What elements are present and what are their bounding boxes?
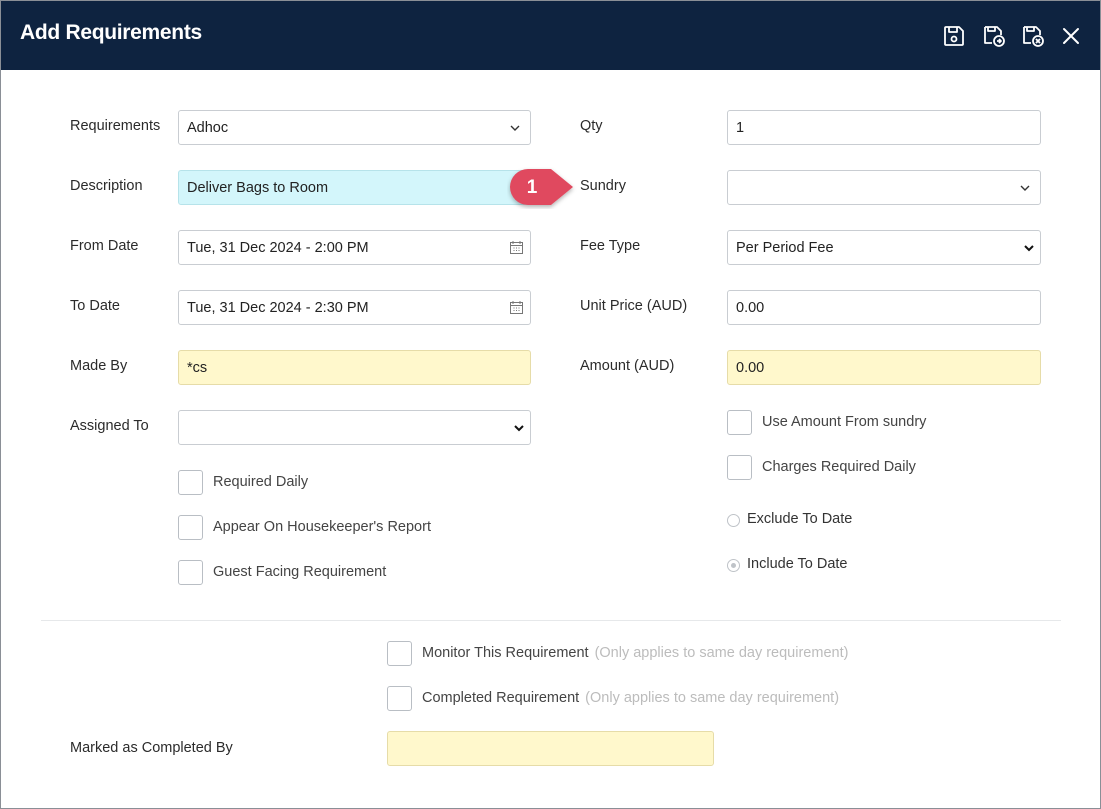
completed-requirement-checkbox[interactable] — [387, 686, 412, 711]
required-daily-checkbox[interactable] — [178, 470, 203, 495]
calendar-icon[interactable] — [509, 240, 524, 255]
save-icon[interactable] — [941, 23, 967, 49]
to-date-label: To Date — [70, 298, 120, 314]
completed-requirement-label: Completed Requirement (Only applies to sa… — [422, 690, 839, 706]
fee-type-label: Fee Type — [580, 238, 641, 254]
qty-label: Qty — [580, 118, 603, 134]
use-amount-sundry-checkbox[interactable] — [727, 410, 752, 435]
save-and-new-icon[interactable] — [981, 23, 1007, 49]
made-by-field: *cs — [178, 350, 531, 385]
section-divider — [41, 620, 1061, 621]
guest-facing-checkbox[interactable] — [178, 560, 203, 585]
exclude-to-date-radio[interactable] — [727, 514, 740, 527]
unit-price-value: 0.00 — [736, 299, 765, 316]
required-daily-label: Required Daily — [213, 474, 309, 490]
amount-value: 0.00 — [736, 359, 765, 376]
requirements-label: Requirements — [70, 118, 161, 134]
unit-price-input[interactable]: 0.00 — [727, 290, 1041, 325]
from-date-value: Tue, 31 Dec 2024 - 2:00 PM — [187, 239, 369, 256]
add-requirements-dialog: Add Requirements Requirements Adhoc Desc… — [0, 0, 1101, 809]
sundry-label: Sundry — [580, 178, 626, 194]
chevron-down-icon — [514, 423, 524, 433]
qty-input[interactable]: 1 — [727, 110, 1041, 145]
from-date-label: From Date — [70, 238, 139, 254]
from-date-picker[interactable]: Tue, 31 Dec 2024 - 2:00 PM — [178, 230, 531, 265]
monitor-requirement-checkbox[interactable] — [387, 641, 412, 666]
charges-required-daily-label: Charges Required Daily — [762, 459, 916, 475]
chevron-down-icon — [510, 123, 520, 133]
save-and-close-icon[interactable] — [1020, 23, 1046, 49]
amount-label: Amount (AUD) — [580, 358, 675, 374]
marked-completed-by-field — [387, 731, 714, 766]
description-label: Description — [70, 178, 143, 194]
qty-value: 1 — [736, 119, 745, 136]
chevron-down-icon — [1024, 243, 1034, 253]
to-date-value: Tue, 31 Dec 2024 - 2:30 PM — [187, 299, 369, 316]
chevron-down-icon — [1020, 183, 1030, 193]
fee-type-select[interactable]: Per Period Fee — [727, 230, 1041, 265]
completed-requirement-hint: (Only applies to same day requirement) — [585, 690, 840, 706]
title-bar: Add Requirements — [1, 1, 1100, 70]
appear-housekeeper-checkbox[interactable] — [178, 515, 203, 540]
exclude-to-date-label: Exclude To Date — [747, 511, 853, 527]
assigned-to-label: Assigned To — [70, 418, 149, 434]
made-by-label: Made By — [70, 358, 128, 374]
calendar-icon[interactable] — [509, 300, 524, 315]
appear-housekeeper-label: Appear On Housekeeper's Report — [213, 519, 431, 535]
made-by-value: *cs — [187, 359, 208, 376]
include-to-date-radio[interactable] — [727, 559, 740, 572]
description-input[interactable]: Deliver Bags to Room — [178, 170, 531, 205]
fee-type-value: Per Period Fee — [736, 239, 834, 256]
marked-completed-by-label: Marked as Completed By — [70, 740, 233, 756]
description-value: Deliver Bags to Room — [187, 179, 329, 196]
use-amount-sundry-label: Use Amount From sundry — [762, 414, 927, 430]
dialog-title: Add Requirements — [20, 21, 202, 44]
monitor-requirement-text: Monitor This Requirement — [422, 645, 589, 661]
guest-facing-label: Guest Facing Requirement — [213, 564, 387, 580]
monitor-requirement-label: Monitor This Requirement (Only applies to… — [422, 645, 848, 661]
sundry-select[interactable] — [727, 170, 1041, 205]
requirements-value: Adhoc — [187, 119, 229, 136]
assigned-to-select[interactable] — [178, 410, 531, 445]
completed-requirement-text: Completed Requirement — [422, 690, 580, 706]
monitor-requirement-hint: (Only applies to same day requirement) — [594, 645, 849, 661]
amount-field: 0.00 — [727, 350, 1041, 385]
close-icon[interactable] — [1058, 23, 1084, 49]
charges-required-daily-checkbox[interactable] — [727, 455, 752, 480]
step-marker-number: 1 — [526, 177, 538, 198]
to-date-picker[interactable]: Tue, 31 Dec 2024 - 2:30 PM — [178, 290, 531, 325]
unit-price-label: Unit Price (AUD) — [580, 298, 688, 314]
include-to-date-label: Include To Date — [747, 556, 848, 572]
requirements-select[interactable]: Adhoc — [178, 110, 531, 145]
